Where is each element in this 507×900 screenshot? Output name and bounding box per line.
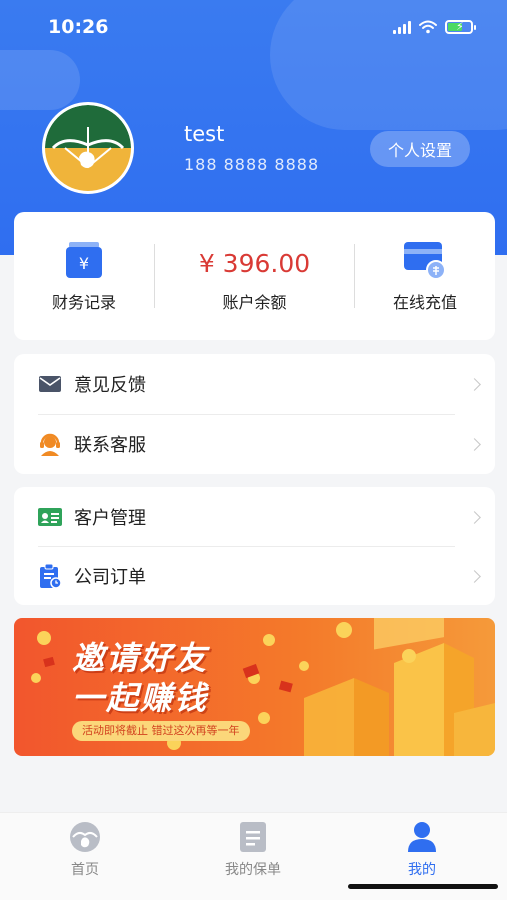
status-bar: 10:26 ⚡ [0, 0, 507, 56]
avatar[interactable] [42, 102, 134, 194]
account-balance-item[interactable]: ¥ 396.00 账户余额 [155, 212, 354, 340]
id-card-icon [38, 505, 62, 529]
wifi-icon [419, 20, 437, 34]
header-decoration [0, 50, 80, 110]
policy-document-icon [240, 822, 266, 852]
finance-card: ¥ 财务记录 ¥ 396.00 账户余额 在线充值 [14, 212, 495, 340]
online-recharge-item[interactable]: 在线充值 [355, 212, 495, 340]
chevron-right-icon [468, 510, 481, 524]
chevron-right-icon [468, 569, 481, 583]
menu-group-management: 客户管理 公司订单 [14, 487, 495, 605]
customer-service-icon [38, 432, 62, 456]
banner-title: 邀请好友 一起赚钱 [72, 638, 208, 718]
banner-title-line2: 一起赚钱 [72, 679, 209, 717]
user-icon [408, 822, 436, 852]
user-name: test [184, 122, 225, 146]
menu-item-customer-management[interactable]: 客户管理 [14, 487, 495, 547]
menu-item-feedback[interactable]: 意见反馈 [14, 354, 495, 414]
user-phone: 188 8888 8888 [184, 155, 320, 174]
menu-item-company-orders[interactable]: 公司订单 [14, 546, 495, 606]
personal-settings-button[interactable]: 个人设置 [370, 131, 470, 167]
tab-label: 我的保单 [225, 862, 281, 878]
chevron-right-icon [468, 377, 481, 391]
banner-title-line1: 邀请好友 [72, 639, 209, 677]
cellular-signal-icon [393, 20, 411, 34]
menu-group-support: 意见反馈 联系客服 [14, 354, 495, 474]
menu-item-customer-service[interactable]: 联系客服 [14, 414, 495, 474]
status-time: 10:26 [48, 16, 109, 38]
home-indicator [348, 884, 498, 889]
svg-text:¥: ¥ [79, 254, 89, 273]
finance-records-label: 财务记录 [51, 293, 116, 312]
banner-note: 活动即将截止 错过这次再等一年 [72, 721, 250, 741]
menu-item-label: 客户管理 [74, 508, 146, 529]
finance-records-item[interactable]: ¥ 财务记录 [14, 212, 154, 340]
menu-item-label: 意见反馈 [74, 375, 146, 396]
tab-label: 首页 [71, 862, 99, 878]
menu-item-label: 联系客服 [74, 435, 146, 456]
balance-label: 账户余额 [222, 293, 287, 312]
balance-value: ¥ 396.00 [198, 249, 311, 278]
menu-item-label: 公司订单 [74, 567, 146, 588]
tab-label: 我的 [408, 862, 436, 878]
chevron-right-icon [468, 437, 481, 451]
parachute-logo-icon [45, 105, 131, 191]
tab-my-policies[interactable]: 我的保单 [193, 821, 313, 879]
tab-me[interactable]: 我的 [362, 821, 482, 879]
yuan-wallet-icon: ¥ [66, 242, 102, 278]
mail-icon [38, 372, 62, 396]
order-clipboard-icon [38, 564, 62, 588]
home-logo-icon [70, 822, 100, 852]
online-recharge-label: 在线充值 [392, 293, 457, 312]
tab-home[interactable]: 首页 [25, 821, 145, 879]
recharge-card-icon [404, 242, 446, 280]
invite-friends-banner[interactable]: 邀请好友 一起赚钱 活动即将截止 错过这次再等一年 [14, 618, 495, 756]
battery-icon: ⚡ [445, 20, 476, 34]
